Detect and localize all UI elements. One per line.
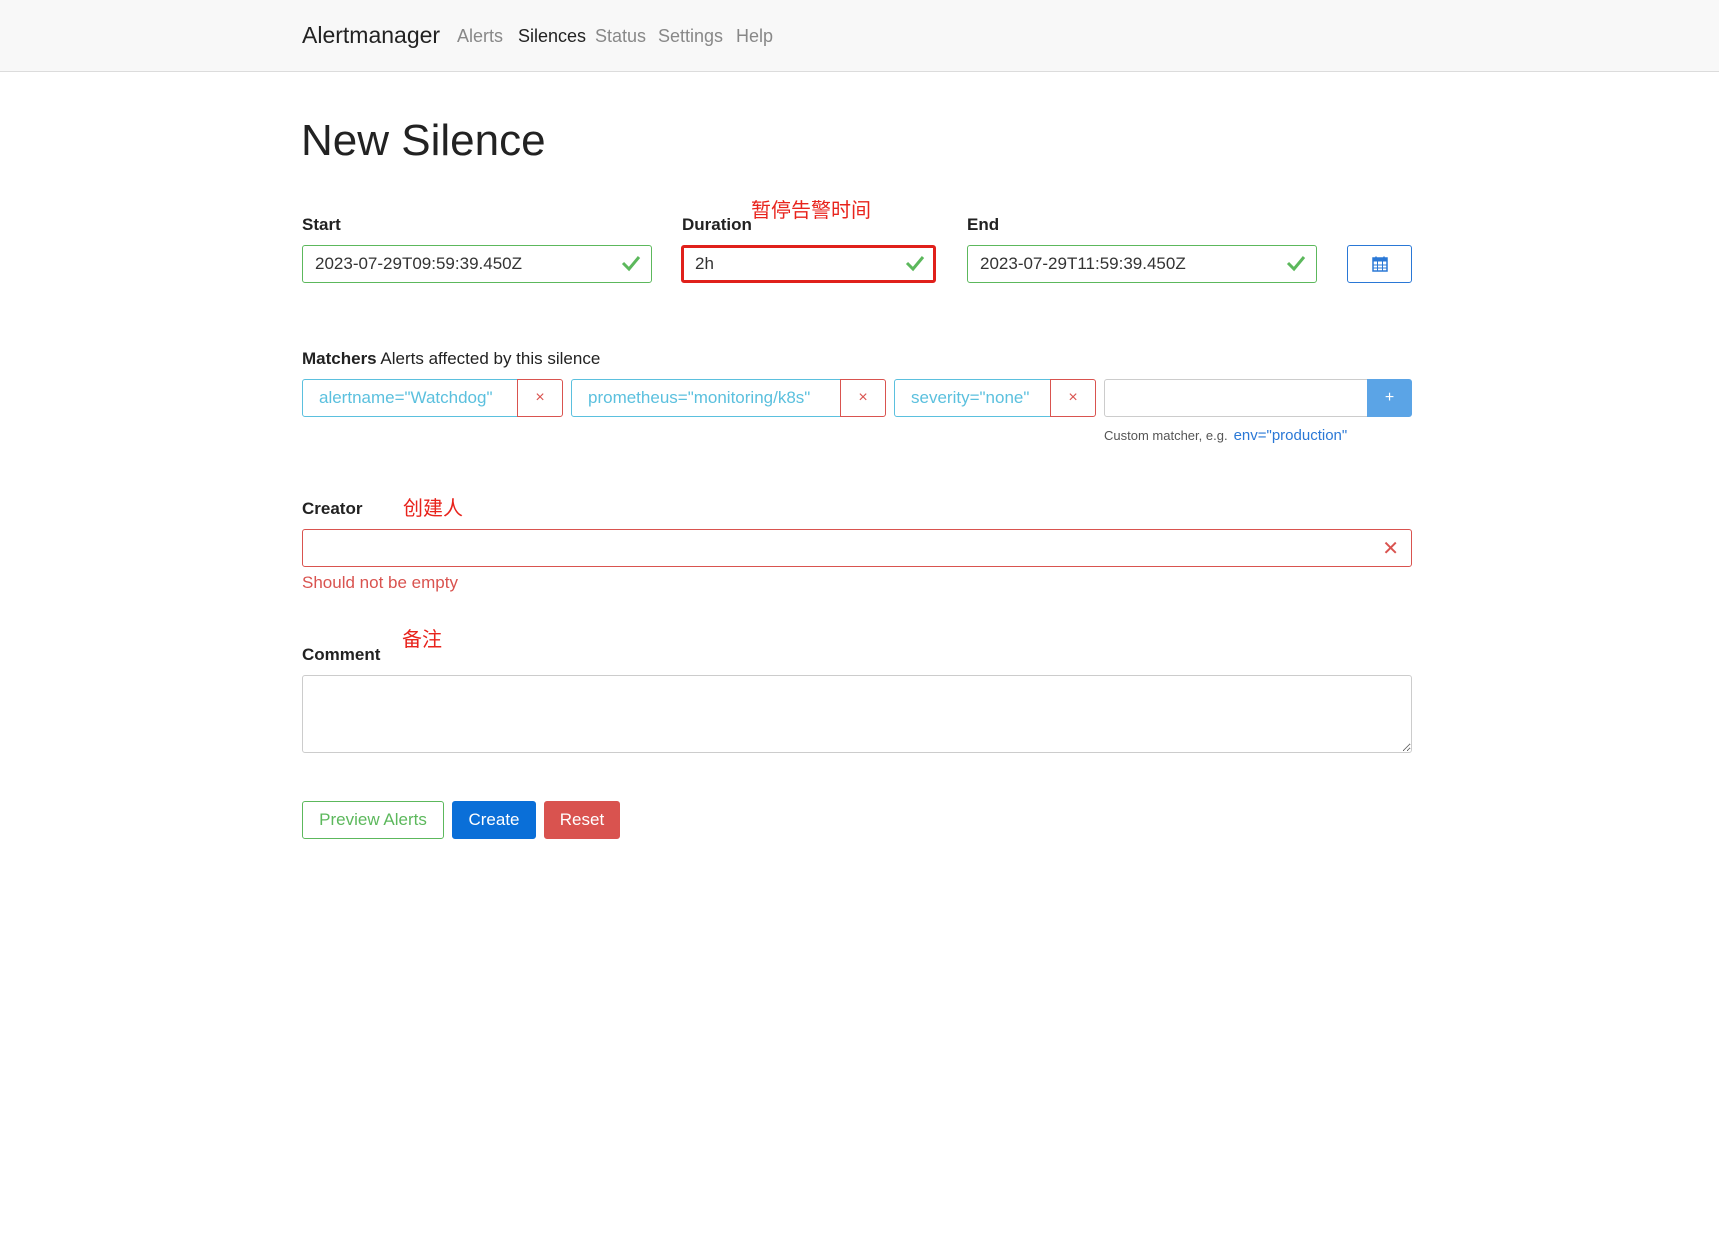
matcher-alertname[interactable]: alertname="Watchdog" bbox=[302, 379, 518, 417]
navbar: Alertmanager Alerts Silences Status Sett… bbox=[0, 0, 1719, 72]
matchers-label-rest: Alerts affected by this silence bbox=[376, 349, 601, 368]
remove-matcher-button[interactable]: × bbox=[840, 379, 886, 417]
create-button[interactable]: Create bbox=[452, 801, 536, 839]
duration-input[interactable]: 2h bbox=[681, 245, 936, 283]
remove-matcher-button[interactable]: × bbox=[1050, 379, 1096, 417]
matcher-severity[interactable]: severity="none" bbox=[894, 379, 1051, 417]
reset-button[interactable]: Reset bbox=[544, 801, 620, 839]
error-x-icon: ✕ bbox=[1382, 538, 1399, 560]
end-value: 2023-07-29T11:59:39.450Z bbox=[980, 254, 1186, 273]
end-label: End bbox=[967, 215, 1000, 234]
page-title: New Silence bbox=[301, 116, 546, 165]
matcher-prometheus[interactable]: prometheus="monitoring/k8s" bbox=[571, 379, 841, 417]
nav-alerts[interactable]: Alerts bbox=[457, 26, 503, 47]
nav-settings[interactable]: Settings bbox=[658, 26, 723, 47]
creator-input[interactable]: ✕ bbox=[302, 529, 1412, 567]
creator-error: Should not be empty bbox=[302, 573, 458, 592]
nav-silences[interactable]: Silences bbox=[518, 26, 586, 47]
check-icon bbox=[621, 256, 641, 272]
calendar-button[interactable] bbox=[1347, 245, 1412, 283]
comment-label: Comment bbox=[302, 645, 381, 664]
comment-textarea[interactable] bbox=[302, 675, 1412, 753]
help-text: Custom matcher, e.g. bbox=[1104, 428, 1228, 443]
preview-alerts-button[interactable]: Preview Alerts bbox=[302, 801, 444, 839]
check-icon bbox=[905, 256, 925, 272]
custom-matcher-input[interactable] bbox=[1104, 379, 1368, 417]
add-matcher-button[interactable]: + bbox=[1367, 379, 1412, 417]
end-input[interactable]: 2023-07-29T11:59:39.450Z bbox=[967, 245, 1317, 283]
duration-label: Duration bbox=[682, 215, 752, 234]
remove-matcher-button[interactable]: × bbox=[517, 379, 563, 417]
custom-matcher-help: Custom matcher, e.g. env="production" bbox=[1104, 427, 1347, 444]
check-icon bbox=[1286, 256, 1306, 272]
start-label: Start bbox=[302, 215, 341, 234]
creator-label: Creator bbox=[302, 499, 363, 518]
nav-status[interactable]: Status bbox=[595, 26, 646, 47]
nav-help[interactable]: Help bbox=[736, 26, 773, 47]
comment-annotation: 备注 bbox=[402, 627, 442, 651]
matchers-label-bold: Matchers bbox=[302, 349, 377, 368]
duration-annotation: 暂停告警时间 bbox=[751, 198, 871, 222]
creator-annotation: 创建人 bbox=[403, 496, 463, 520]
calendar-icon bbox=[1372, 256, 1388, 272]
start-input[interactable]: 2023-07-29T09:59:39.450Z bbox=[302, 245, 652, 283]
start-value: 2023-07-29T09:59:39.450Z bbox=[315, 254, 522, 273]
duration-value: 2h bbox=[695, 254, 714, 273]
brand-link[interactable]: Alertmanager bbox=[302, 22, 440, 49]
help-example: env="production" bbox=[1233, 427, 1348, 444]
matchers-label: Matchers Alerts affected by this silence bbox=[302, 349, 600, 369]
